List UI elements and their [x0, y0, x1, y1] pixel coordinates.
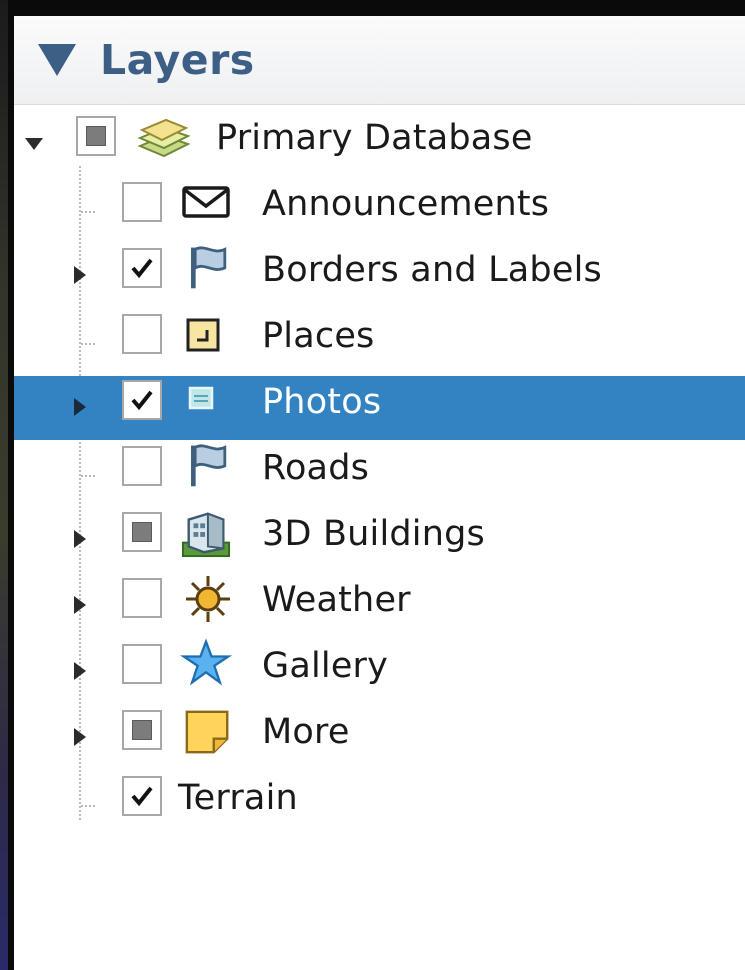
layer-label-gallery: Gallery: [262, 646, 389, 686]
layer-row-terrain[interactable]: Terrain: [14, 772, 745, 836]
layer-label-primary-database: Primary Database: [216, 118, 533, 158]
collapsed-arrow-icon[interactable]: [70, 396, 90, 418]
layer-row-gallery[interactable]: Gallery: [14, 638, 745, 704]
layers-header[interactable]: Layers: [14, 16, 745, 105]
star-icon: [179, 638, 233, 686]
photo-icon: [188, 386, 214, 410]
layer-row-roads[interactable]: Roads: [14, 442, 745, 506]
layer-label-terrain: Terrain: [178, 778, 298, 818]
places-icon: [186, 318, 220, 352]
collapsed-arrow-icon[interactable]: [70, 726, 90, 748]
layer-row-places[interactable]: Places: [14, 310, 745, 374]
layer-label-weather: Weather: [262, 580, 411, 620]
flag-icon: [191, 444, 227, 487]
layer-checkbox-weather[interactable]: [122, 578, 162, 618]
collapsed-arrow-icon[interactable]: [70, 528, 90, 550]
flag-icon: [191, 246, 227, 289]
collapsed-arrow-icon[interactable]: [70, 660, 90, 682]
layers-panel: Layers Primary Database Announcements Bo…: [14, 16, 745, 970]
layer-checkbox-places[interactable]: [122, 314, 162, 354]
building-icon: [181, 512, 231, 558]
tree-branch-line: [81, 211, 95, 213]
layer-row-announcements[interactable]: Announcements: [14, 178, 745, 242]
layer-row-more[interactable]: More: [14, 706, 745, 770]
layer-label-roads: Roads: [262, 448, 370, 488]
expanded-arrow-icon[interactable]: [24, 134, 44, 156]
layer-checkbox-gallery[interactable]: [122, 644, 162, 684]
layer-label-places: Places: [262, 316, 375, 356]
layer-checkbox-borders-and-labels[interactable]: [122, 248, 162, 288]
collapse-triangle-icon[interactable]: [36, 40, 78, 80]
envelope-icon: [182, 186, 230, 218]
layer-label-more: More: [262, 712, 350, 752]
layer-label-borders-and-labels: Borders and Labels: [262, 250, 602, 290]
collapsed-arrow-icon[interactable]: [70, 594, 90, 616]
layer-label-3d-buildings: 3D Buildings: [262, 514, 485, 554]
collapsed-arrow-icon[interactable]: [70, 264, 90, 286]
layer-label-announcements: Announcements: [262, 184, 550, 224]
layer-checkbox-primary-database[interactable]: [76, 116, 116, 156]
layer-checkbox-photos[interactable]: [122, 380, 162, 420]
layer-checkbox-announcements[interactable]: [122, 182, 162, 222]
layers-title: Layers: [100, 36, 255, 84]
layer-row-borders-and-labels[interactable]: Borders and Labels: [14, 244, 745, 308]
layer-checkbox-3d-buildings[interactable]: [122, 512, 162, 552]
tree-root-primary-database[interactable]: Primary Database: [14, 112, 745, 176]
layer-checkbox-roads[interactable]: [122, 446, 162, 486]
note-icon: [185, 710, 229, 754]
window-edge: [0, 0, 8, 970]
layer-checkbox-more[interactable]: [122, 710, 162, 750]
tree-branch-line: [81, 343, 95, 345]
tree-branch-line: [81, 805, 95, 807]
database-layers-icon: [137, 118, 191, 158]
layer-checkbox-terrain[interactable]: [122, 776, 162, 816]
layer-row-photos[interactable]: Photos: [14, 376, 745, 440]
layer-row-weather[interactable]: Weather: [14, 574, 745, 638]
sun-icon: [186, 576, 230, 622]
layer-row-3d-buildings[interactable]: 3D Buildings: [14, 508, 745, 572]
tree-branch-line: [81, 475, 95, 477]
layer-label-photos: Photos: [262, 382, 382, 422]
